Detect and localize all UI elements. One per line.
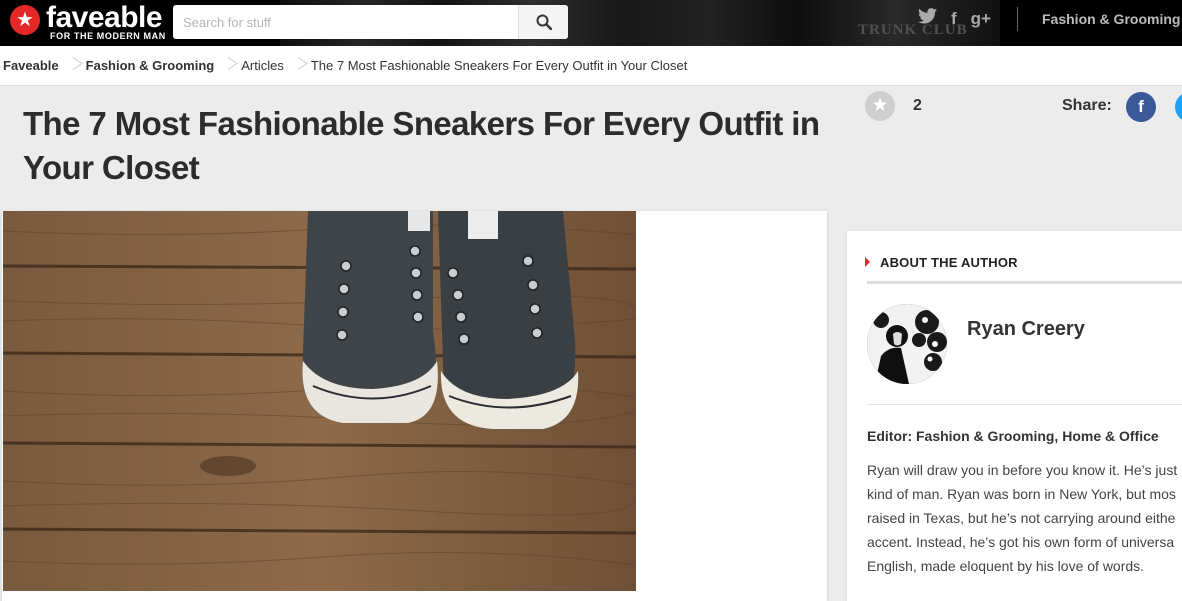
hero-image [3, 211, 636, 591]
article-card [2, 211, 827, 601]
search-icon [536, 14, 552, 30]
top-social-links: f g+ [918, 8, 991, 29]
editor-line: Editor: Fashion & Grooming, Home & Offic… [867, 428, 1159, 444]
avatar[interactable] [867, 304, 947, 384]
google-plus-icon[interactable]: g+ [971, 9, 991, 29]
breadcrumb: Faveable Fashion & Grooming Articles The… [0, 46, 1182, 86]
share-facebook-button[interactable]: f [1126, 92, 1156, 122]
breadcrumb-articles[interactable]: Articles [241, 58, 284, 73]
chevron-right-icon [297, 55, 298, 77]
page-title: The 7 Most Fashionable Sneakers For Ever… [23, 105, 820, 186]
breadcrumb-current: The 7 Most Fashionable Sneakers For Ever… [310, 58, 688, 73]
search-button[interactable] [518, 5, 568, 39]
share-twitter-button[interactable] [1175, 92, 1182, 122]
facebook-icon[interactable]: f [951, 9, 957, 29]
search-box [173, 5, 568, 39]
about-author-heading: ABOUT THE AUTHOR [865, 255, 1018, 270]
bio-line: accent. Instead, he’s got his own form o… [867, 534, 1175, 550]
twitter-icon[interactable] [918, 8, 937, 29]
breadcrumb-fashion-grooming[interactable]: Fashion & Grooming [86, 58, 215, 73]
top-nav-bar: TRUNK CLUB ★ faveable FOR THE MODERN MAN… [0, 0, 1182, 46]
brand-tagline: FOR THE MODERN MAN [50, 31, 166, 41]
bio-line: English, made eloquent by his love of wo… [867, 558, 1145, 574]
about-author-panel: ABOUT THE AUTHOR Ryan Creery Editor: Fas… [847, 231, 1182, 601]
chevron-right-icon [72, 55, 73, 77]
site-logo[interactable]: ★ faveable FOR THE MODERN MAN [10, 1, 180, 43]
star-logo-icon: ★ [10, 5, 40, 35]
divider [867, 281, 1182, 284]
search-input[interactable] [173, 5, 518, 39]
bio-line: kind of man. Ryan was born in New York, … [867, 486, 1176, 502]
fave-star-button[interactable]: ★ [865, 91, 895, 121]
top-divider [1017, 7, 1018, 31]
brand-name: faveable [46, 1, 163, 34]
author-name[interactable]: Ryan Creery [967, 318, 1085, 341]
top-category-link[interactable]: Fashion & Grooming [1042, 11, 1180, 27]
share-label: Share: [1062, 97, 1112, 114]
bio-line: Ryan will draw you in before you know it… [867, 462, 1178, 478]
divider [867, 404, 1182, 405]
fave-count: 2 [913, 97, 922, 114]
author-bio: Ryan will draw you in before you know it… [867, 458, 1182, 578]
chevron-right-icon [227, 55, 228, 77]
breadcrumb-faveable[interactable]: Faveable [3, 58, 59, 73]
fave-widget: ★ 2 [865, 91, 922, 121]
bio-line: raised in Texas, but he’s not carrying a… [867, 510, 1176, 526]
